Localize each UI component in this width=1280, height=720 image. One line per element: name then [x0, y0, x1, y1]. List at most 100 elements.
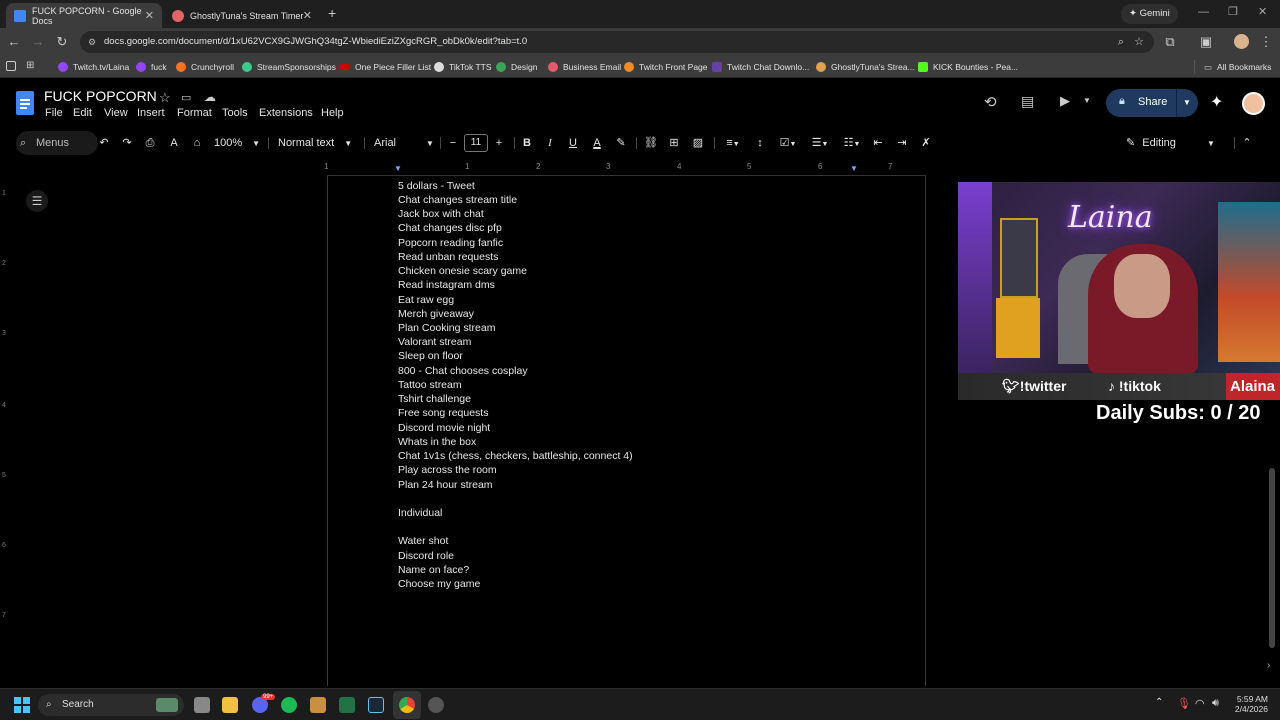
all-bookmarks[interactable]: ▭ All Bookmarks: [1204, 59, 1271, 75]
bookmark-business-email[interactable]: Business Email: [548, 59, 621, 75]
bookmark-kick-bounties[interactable]: KICK Bounties - Pea...: [918, 59, 1018, 75]
chevron-up-icon[interactable]: ⌃: [1155, 697, 1163, 708]
print-icon[interactable]: ⎙: [142, 131, 158, 155]
star-icon[interactable]: ☆: [159, 90, 171, 106]
menu-file[interactable]: File: [45, 107, 63, 119]
excel-icon[interactable]: [339, 697, 355, 713]
text-line[interactable]: Tattoo stream: [398, 379, 462, 391]
zoom-icon[interactable]: ⌕: [1118, 31, 1124, 53]
google-docs-logo-icon[interactable]: [16, 91, 34, 115]
insert-image-icon[interactable]: ▨: [690, 131, 706, 155]
menu-format[interactable]: Format: [177, 107, 212, 119]
bookmark-fuck[interactable]: fuck: [136, 59, 167, 75]
numbered-list-icon[interactable]: ☷▼: [838, 131, 866, 155]
text-line[interactable]: Name on face?: [398, 564, 469, 576]
left-indent-marker[interactable]: ▼: [394, 164, 402, 173]
decrease-indent-icon[interactable]: ⇤: [870, 131, 886, 155]
text-line[interactable]: Whats in the box: [398, 436, 476, 448]
bulleted-list-icon[interactable]: ☰▼: [806, 131, 834, 155]
bookmark-design[interactable]: Design: [496, 59, 537, 75]
tab-google-docs[interactable]: FUCK POPCORN - Google Docs ✕: [6, 3, 162, 28]
volume-icon[interactable]: 🔊︎: [1212, 697, 1219, 710]
profile-avatar[interactable]: [1234, 34, 1249, 49]
text-line[interactable]: Chat 1v1s (chess, checkers, battleship, …: [398, 450, 633, 462]
task-view-icon[interactable]: [194, 697, 210, 713]
clear-formatting-icon[interactable]: ✗: [918, 131, 934, 155]
line-spacing-icon[interactable]: ↕: [752, 131, 768, 155]
side-panel-icon[interactable]: ▣: [1198, 34, 1214, 50]
obs-icon[interactable]: [428, 697, 444, 713]
clock[interactable]: 5:59 AM 2/4/2026: [1230, 694, 1268, 714]
apps-grid-icon[interactable]: ⊞: [26, 60, 34, 71]
text-line[interactable]: Eat raw egg: [398, 294, 454, 306]
menu-help[interactable]: Help: [321, 107, 344, 119]
user-avatar[interactable]: [1242, 92, 1265, 115]
text-line[interactable]: Play across the room: [398, 464, 497, 476]
site-info-icon[interactable]: ⚙: [88, 31, 96, 53]
text-line[interactable]: 800 - Chat chooses cosplay: [398, 365, 528, 377]
close-icon[interactable]: ✕: [145, 9, 154, 22]
tab-stream-timer[interactable]: GhostlyTuna's Stream Timer ✕: [164, 3, 320, 28]
text-line[interactable]: Plan 24 hour stream: [398, 479, 493, 491]
bookmark-one-piece[interactable]: One Piece Filler List: [340, 59, 431, 75]
steam-icon[interactable]: [368, 697, 384, 713]
increase-font-size-button[interactable]: +: [492, 131, 506, 155]
link-icon[interactable]: ⛓: [643, 131, 659, 155]
text-line[interactable]: Merch giveaway: [398, 308, 474, 320]
text-line[interactable]: Choose my game: [398, 578, 480, 590]
share-button[interactable]: 🔒︎ Share ▼: [1106, 89, 1198, 117]
gemini-button[interactable]: ✦ Gemini: [1121, 4, 1178, 24]
horizontal-ruler[interactable]: ▼ ▼ 1 1 2 3 4 5 6 7: [0, 160, 1280, 176]
menu-edit[interactable]: Edit: [73, 107, 92, 119]
maximize-button[interactable]: ❐: [1228, 5, 1238, 18]
minimize-button[interactable]: —: [1198, 6, 1209, 18]
vertical-scrollbar[interactable]: [1269, 468, 1275, 648]
expand-side-panel-icon[interactable]: ›: [1267, 660, 1270, 671]
text-line[interactable]: Discord role: [398, 550, 454, 562]
vertical-ruler[interactable]: 1 2 3 4 5 6 7: [0, 176, 12, 686]
chevron-down-icon[interactable]: ▼: [1183, 98, 1191, 107]
text-line[interactable]: Free song requests: [398, 407, 488, 419]
bookmark-crunchyroll[interactable]: Crunchyroll: [176, 59, 234, 75]
chrome-icon[interactable]: [399, 697, 415, 713]
text-line[interactable]: Water shot: [398, 535, 448, 547]
text-line[interactable]: Individual: [398, 507, 442, 519]
reload-icon[interactable]: ↻: [54, 34, 70, 50]
gemini-sparkle-icon[interactable]: ✦: [1210, 92, 1223, 112]
back-arrow-icon[interactable]: ←: [6, 34, 22, 50]
text-line[interactable]: Chat changes stream title: [398, 194, 517, 206]
text-line[interactable]: 5 dollars - Tweet: [398, 180, 475, 192]
document-page[interactable]: 5 dollars - Tweet Chat changes stream ti…: [327, 176, 926, 686]
cloud-saved-icon[interactable]: ☁: [204, 90, 216, 104]
close-icon[interactable]: ✕: [303, 9, 312, 22]
move-folder-icon[interactable]: ▭: [181, 91, 191, 104]
windows-start-icon[interactable]: [14, 697, 30, 713]
forward-arrow-icon[interactable]: →: [30, 34, 46, 50]
text-line[interactable]: Chicken onesie scary game: [398, 265, 527, 277]
bookmark-twitch-front-page[interactable]: Twitch Front Page: [624, 59, 708, 75]
text-line[interactable]: Jack box with chat: [398, 208, 484, 220]
spotify-icon[interactable]: [281, 697, 297, 713]
taskbar-search-box[interactable]: ⌕ Search: [38, 694, 184, 716]
decrease-font-size-button[interactable]: −: [446, 131, 460, 155]
bookmark-streamsponsorships[interactable]: StreamSponsorships: [242, 59, 336, 75]
increase-indent-icon[interactable]: ⇥: [894, 131, 910, 155]
text-line[interactable]: Read instagram dms: [398, 279, 495, 291]
text-line[interactable]: Plan Cooking stream: [398, 322, 495, 334]
document-title[interactable]: FUCK POPCORN: [44, 88, 157, 104]
highlight-icon[interactable]: ✎: [614, 131, 628, 155]
add-comment-icon[interactable]: ⊞: [666, 131, 682, 155]
underline-icon[interactable]: U: [566, 131, 580, 155]
zoom-select[interactable]: 100% ▼: [214, 131, 268, 155]
extensions-icon[interactable]: ⧉: [1162, 34, 1178, 50]
version-history-icon[interactable]: ⟲: [984, 93, 997, 111]
menu-extensions[interactable]: Extensions: [259, 107, 313, 119]
text-line[interactable]: Chat changes disc pfp: [398, 222, 502, 234]
bookmark-ghostlytuna[interactable]: GhostlyTuna's Strea...: [816, 59, 915, 75]
text-line[interactable]: Tshirt challenge: [398, 393, 471, 405]
editing-mode-select[interactable]: ✎ Editing ▼: [1120, 131, 1230, 155]
tab-groups-icon[interactable]: [6, 61, 16, 71]
text-line[interactable]: Sleep on floor: [398, 350, 463, 362]
microphone-icon[interactable]: 🎙︎: [1177, 697, 1191, 710]
italic-icon[interactable]: I: [543, 131, 557, 155]
